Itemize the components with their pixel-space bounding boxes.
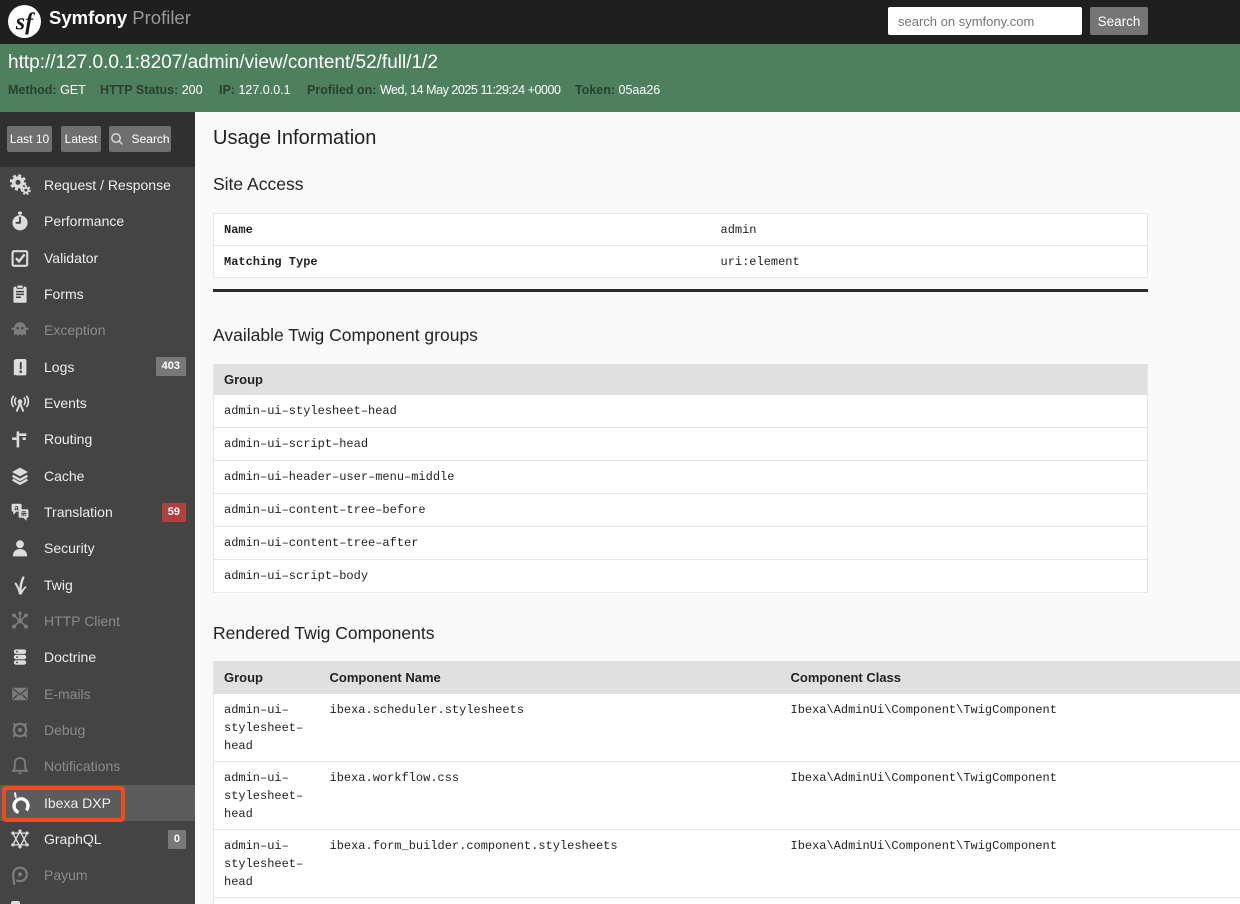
svg-text:sf: sf	[15, 9, 35, 35]
